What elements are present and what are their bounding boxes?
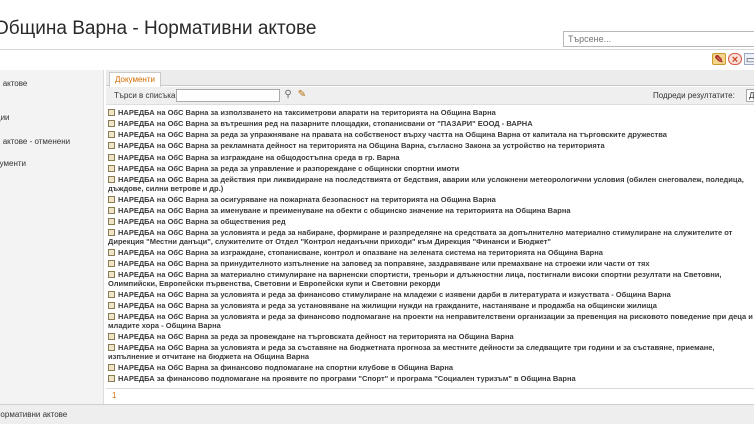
filter-label: Търси в списъка: [114, 91, 176, 100]
list-search-input[interactable]: [176, 89, 280, 102]
document-title[interactable]: НАРЕДБА на ОбС Варна за условията и реда…: [108, 343, 715, 361]
list-item[interactable]: НАРЕДБА на ОбС Варна за реда за упражняв…: [108, 130, 754, 139]
list-item[interactable]: НАРЕДБА на ОбС Варна за изграждане на об…: [108, 153, 754, 162]
sidebar: и актове ции и актове - отменени кументи: [0, 70, 104, 404]
list-item[interactable]: НАРЕДБА на ОбС Варна за принудителното и…: [108, 259, 754, 268]
clear-filter-icon[interactable]: ✎: [296, 89, 308, 101]
document-icon: [108, 131, 115, 138]
document-title[interactable]: НАРЕДБА на ОбС Варна за изграждане, стоп…: [118, 248, 603, 257]
sort-label: Подреди резултатите:: [653, 91, 735, 100]
list-item[interactable]: НАРЕДБА на ОбС Варна за условията и реда…: [108, 343, 754, 361]
document-icon: [108, 196, 115, 203]
document-icon: [108, 364, 115, 371]
document-icon: [108, 229, 115, 236]
delete-icon[interactable]: ×: [728, 53, 742, 66]
list-item[interactable]: НАРЕДБА на ОбС Варна за условията и реда…: [108, 290, 754, 299]
search-icon[interactable]: ⚲: [282, 89, 294, 101]
document-icon: [108, 260, 115, 267]
document-title[interactable]: НАРЕДБА на ОбС Варна за използването на …: [118, 108, 496, 117]
sidebar-item-repealed-acts[interactable]: и актове - отменени: [0, 137, 70, 146]
pager: 1: [106, 388, 754, 402]
document-title[interactable]: НАРЕДБА на ОбС Варна за вътрешния ред на…: [118, 119, 533, 128]
document-title[interactable]: НАРЕДБА на ОбС Варна за финансово подпом…: [118, 363, 453, 372]
document-title[interactable]: НАРЕДБА на ОбС Варна за реда за провежда…: [118, 332, 514, 341]
sidebar-item-acts[interactable]: и актове: [0, 79, 27, 88]
header-bar: Община Варна - Нормативни актове: [0, 0, 754, 50]
document-icon: [108, 375, 115, 382]
document-icon: [108, 165, 115, 172]
list-item[interactable]: НАРЕДБА на ОбС Варна за реда за провежда…: [108, 332, 754, 341]
document-icon: [108, 176, 115, 183]
document-title[interactable]: НАРЕДБА на ОбС Варна за реда за управлен…: [118, 164, 459, 173]
list-item[interactable]: НАРЕДБА на ОбС Варна за обществения ред: [108, 217, 754, 226]
list-item[interactable]: НАРЕДБА на ОбС Варна за условията и реда…: [108, 301, 754, 310]
document-title[interactable]: НАРЕДБА на ОбС Варна за условията и реда…: [118, 301, 657, 310]
document-icon: [108, 109, 115, 116]
document-title[interactable]: НАРЕДБА на ОбС Варна за рекламната дейно…: [118, 141, 605, 150]
list-item[interactable]: НАРЕДБА за финансово подпомагане на проя…: [108, 374, 754, 383]
list-item[interactable]: НАРЕДБА на ОбС Варна за рекламната дейно…: [108, 141, 754, 150]
list-item[interactable]: НАРЕДБА на ОбС Варна за действия при лик…: [108, 175, 754, 193]
document-title[interactable]: НАРЕДБА на ОбС Варна за обществения ред: [118, 217, 286, 226]
list-item[interactable]: НАРЕДБА на ОбС Варна за условията и реда…: [108, 228, 754, 246]
list-item[interactable]: НАРЕДБА на ОбС Варна за реда за управлен…: [108, 164, 754, 173]
document-icon: [108, 120, 115, 127]
list-item[interactable]: НАРЕДБА на ОбС Варна за изграждане, стоп…: [108, 248, 754, 257]
document-title[interactable]: НАРЕДБА за финансово подпомагане на проя…: [118, 374, 576, 383]
window-icon[interactable]: ▭: [744, 53, 754, 66]
document-title[interactable]: НАРЕДБА на ОбС Варна за условията и реда…: [118, 290, 671, 299]
list-item[interactable]: НАРЕДБА на ОбС Варна за използването на …: [108, 108, 754, 117]
list-item[interactable]: НАРЕДБА на ОбС Варна за материално стиму…: [108, 270, 754, 288]
document-title[interactable]: НАРЕДБА на ОбС Варна за именуване и преи…: [118, 206, 571, 215]
app-title: Община Варна - Нормативни актове: [0, 18, 317, 39]
document-edit-icon[interactable]: ✎: [712, 53, 726, 66]
filter-row: Търси в списъка ⚲ ✎ Подреди резултатите:…: [106, 87, 754, 105]
list-item[interactable]: НАРЕДБА на ОбС Варна за условията и реда…: [108, 312, 754, 330]
sort-select[interactable]: Д: [746, 89, 754, 102]
document-icon: [108, 291, 115, 298]
document-icon: [108, 249, 115, 256]
status-bar: нормативни актове: [0, 404, 754, 424]
document-icon: [108, 142, 115, 149]
tab-strip: Документи: [106, 70, 754, 87]
document-icon: [108, 218, 115, 225]
document-icon: [108, 333, 115, 340]
document-icon: [108, 344, 115, 351]
list-item[interactable]: НАРЕДБА на ОбС Варна за финансово подпом…: [108, 363, 754, 372]
list-item[interactable]: НАРЕДБА на ОбС Варна за именуване и преи…: [108, 206, 754, 215]
tab-documents[interactable]: Документи: [109, 72, 161, 87]
document-list: НАРЕДБА на ОбС Варна за използването на …: [106, 106, 754, 384]
list-item[interactable]: НАРЕДБА на ОбС Варна за осигуряване на п…: [108, 195, 754, 204]
document-title[interactable]: НАРЕДБА на ОбС Варна за условията и реда…: [108, 312, 753, 330]
toolbar: ✎ × ▭: [0, 50, 754, 69]
document-title[interactable]: НАРЕДБА на ОбС Варна за осигуряване на п…: [118, 195, 496, 204]
document-title[interactable]: НАРЕДБА на ОбС Варна за действия при лик…: [108, 175, 744, 193]
document-icon: [108, 302, 115, 309]
document-title[interactable]: НАРЕДБА на ОбС Варна за изграждане на об…: [118, 153, 400, 162]
status-text: нормативни актове: [0, 410, 68, 419]
document-icon: [108, 154, 115, 161]
sidebar-item-documents[interactable]: кументи: [0, 159, 26, 168]
document-title[interactable]: НАРЕДБА на ОбС Варна за условията и реда…: [108, 228, 732, 246]
page-link-current[interactable]: 1: [112, 391, 116, 400]
sidebar-item-sections[interactable]: ции: [0, 113, 10, 122]
documents-panel: Документи Търси в списъка ⚲ ✎ Подреди ре…: [106, 70, 754, 404]
global-search-input[interactable]: [563, 31, 754, 47]
document-icon: [108, 271, 115, 278]
document-title[interactable]: НАРЕДБА на ОбС Варна за реда за упражняв…: [118, 130, 667, 139]
list-item[interactable]: НАРЕДБА на ОбС Варна за вътрешния ред на…: [108, 119, 754, 128]
document-icon: [108, 313, 115, 320]
document-title[interactable]: НАРЕДБА на ОбС Варна за материално стиму…: [108, 270, 722, 288]
document-icon: [108, 207, 115, 214]
document-title[interactable]: НАРЕДБА на ОбС Варна за принудителното и…: [118, 259, 650, 268]
